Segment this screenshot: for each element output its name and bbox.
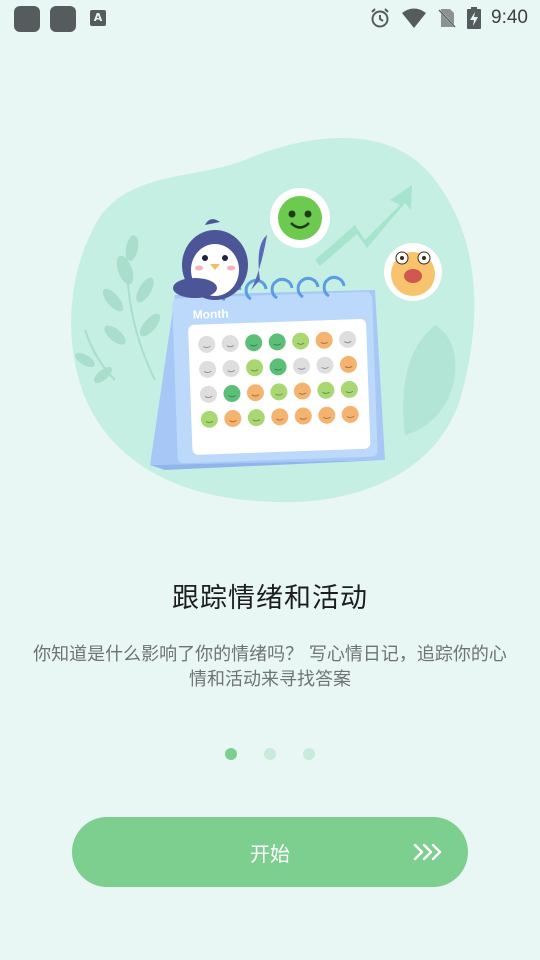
status-bar: A 9:40 xyxy=(0,0,540,36)
app-notification-icon xyxy=(50,6,76,32)
app-notification-icon xyxy=(14,6,40,32)
start-button[interactable]: 开始 xyxy=(72,817,468,887)
no-sim-icon xyxy=(438,9,456,28)
onboarding-title: 跟踪情绪和活动 xyxy=(172,583,368,614)
happy-green-emoji xyxy=(270,188,330,248)
page-indicator xyxy=(0,748,540,760)
start-button-label: 开始 xyxy=(250,841,290,866)
triple-chevron-right-icon xyxy=(413,843,442,861)
wifi-icon xyxy=(402,8,427,28)
page-indicator-dot-active[interactable] xyxy=(225,748,237,760)
calendar: Month xyxy=(172,291,378,464)
orange-face-emoji xyxy=(384,243,442,301)
calendar-month-label: Month xyxy=(192,307,228,322)
mood-calendar-illustration: Month xyxy=(71,137,475,503)
a-notification-icon: A xyxy=(90,10,106,26)
alarm-icon xyxy=(371,8,389,28)
onboarding-description: 你知道是什么影响了你的情绪吗？ 写心情日记，追踪你的心情和活动来寻找答案 xyxy=(33,644,507,690)
page-indicator-dot[interactable] xyxy=(303,748,315,760)
battery-charging-icon xyxy=(467,7,482,29)
page-indicator-dot[interactable] xyxy=(264,748,276,760)
clock-time: 9:40 xyxy=(491,7,528,28)
